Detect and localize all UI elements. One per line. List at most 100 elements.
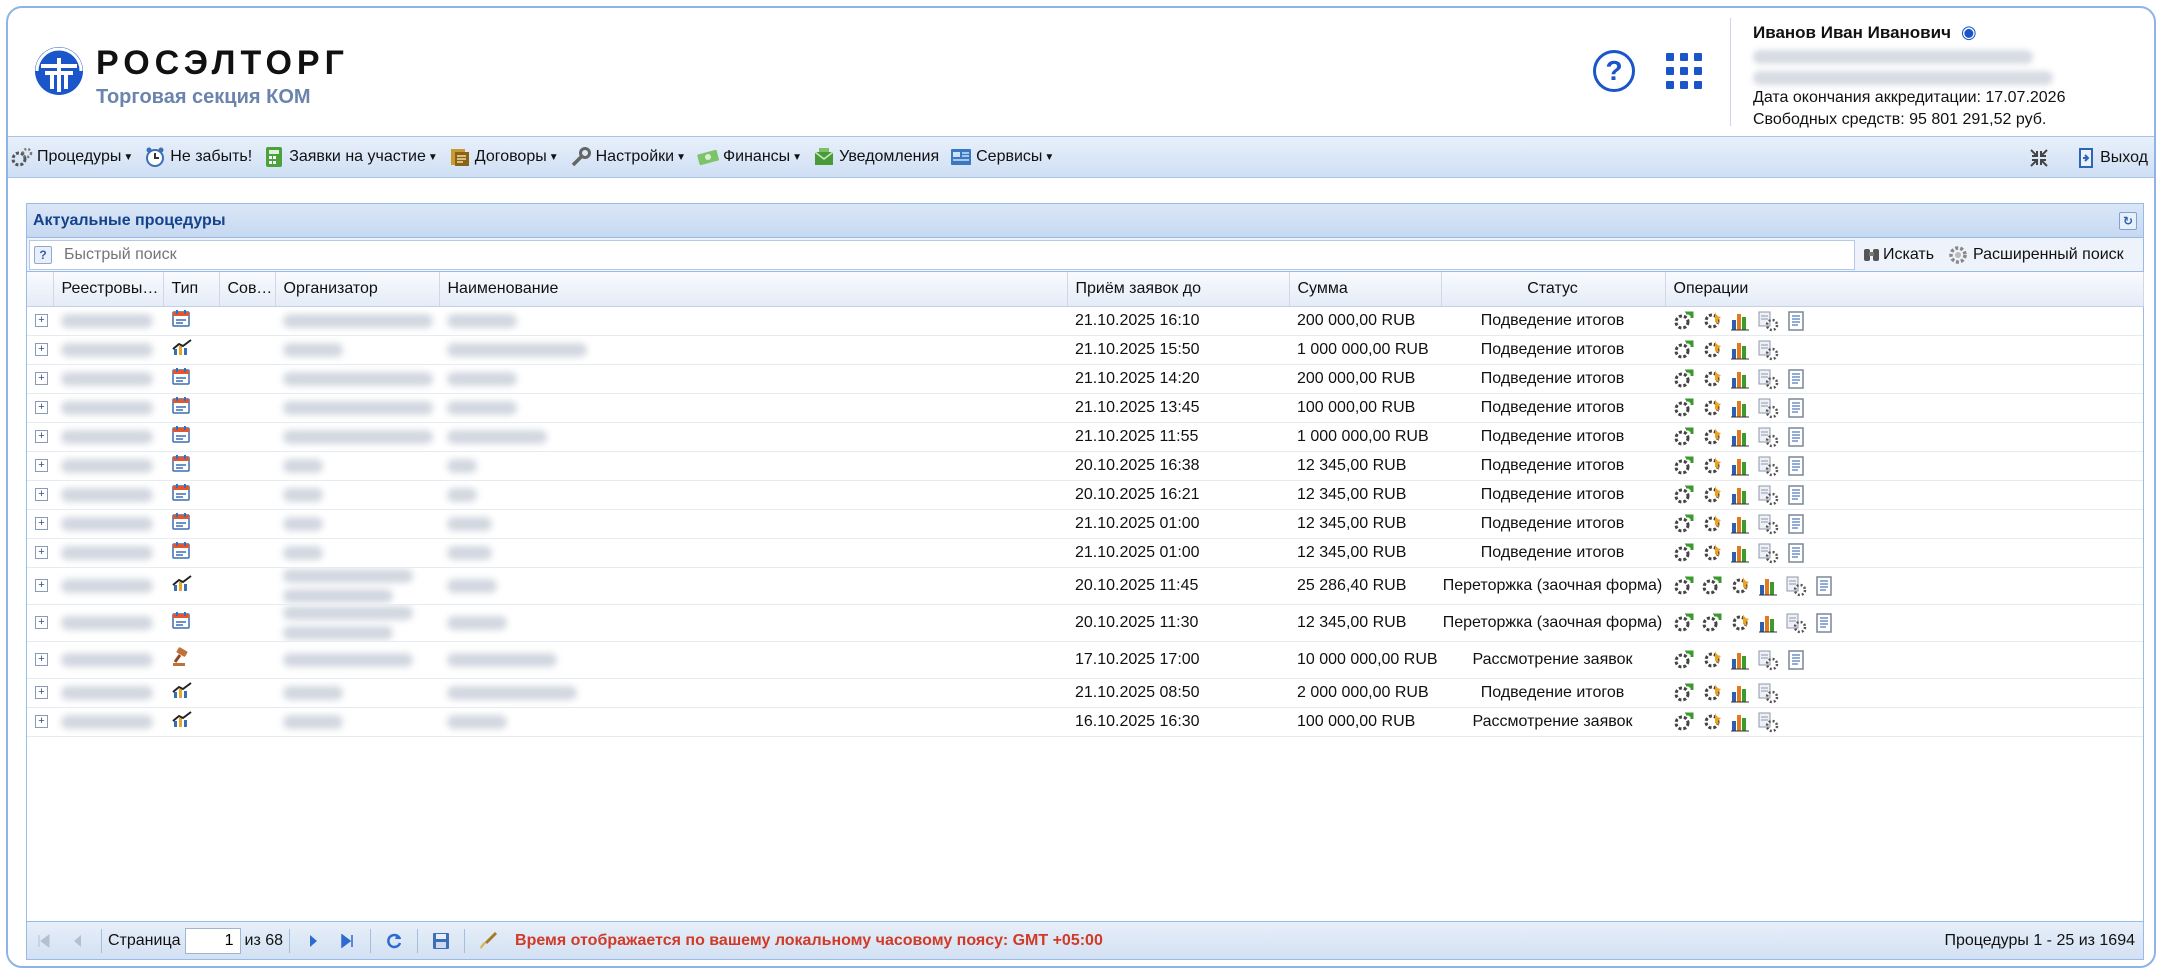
procedure-name-cell[interactable] — [439, 335, 1067, 365]
next-page-icon[interactable] — [302, 930, 324, 952]
menu-procedures[interactable]: Процедуры ▼ — [10, 146, 133, 168]
document-icon[interactable] — [1813, 612, 1835, 634]
star-gear-icon[interactable] — [1729, 612, 1751, 634]
bar-chart-icon[interactable] — [1729, 339, 1751, 361]
docs-gear-icon[interactable] — [1673, 368, 1695, 390]
column-registry-number[interactable]: Реестровый № — [53, 272, 164, 307]
docs-gear-icon[interactable] — [1673, 612, 1695, 634]
column-organizer[interactable]: Организатор — [275, 272, 440, 307]
star-gear-icon[interactable] — [1701, 484, 1723, 506]
column-name[interactable]: Наименование — [439, 272, 1068, 307]
document-icon[interactable] — [1785, 368, 1807, 390]
procedure-name-cell[interactable] — [439, 364, 1067, 394]
menu-reminders[interactable]: Не забыть! — [143, 146, 252, 168]
docs-gear-icon[interactable] — [1701, 575, 1723, 597]
bar-chart-icon[interactable] — [1729, 455, 1751, 477]
bar-chart-icon[interactable] — [1729, 542, 1751, 564]
column-deadline[interactable]: Приём заявок до — [1067, 272, 1290, 307]
table-row[interactable]: +20.10.2025 11:45 25 286,40 RUB Переторжка… — [27, 567, 2143, 605]
menu-notifications[interactable]: Уведомления — [812, 146, 939, 168]
column-sum[interactable]: Сумма — [1289, 272, 1442, 307]
expand-row-icon[interactable]: + — [35, 314, 48, 327]
docs-gear-icon[interactable] — [1673, 426, 1695, 448]
expand-row-icon[interactable]: + — [35, 401, 48, 414]
docs-gear-icon[interactable] — [1673, 484, 1695, 506]
help-icon[interactable]: ? — [34, 246, 52, 264]
prev-page-icon[interactable] — [67, 930, 89, 952]
help-button[interactable]: ? — [1593, 50, 1635, 92]
star-gear-icon[interactable] — [1701, 426, 1723, 448]
procedure-name-cell[interactable] — [439, 393, 1067, 423]
save-icon[interactable] — [430, 930, 452, 952]
menu-contracts[interactable]: Договоры ▼ — [448, 146, 559, 168]
procedure-name-cell[interactable] — [439, 538, 1067, 568]
docs-gear-icon[interactable] — [1673, 682, 1695, 704]
document-settings-icon[interactable] — [1757, 339, 1779, 361]
document-settings-icon[interactable] — [1757, 542, 1779, 564]
table-row[interactable]: +20.10.2025 16:38 12 345,00 RUB Подведение… — [27, 451, 2143, 481]
document-icon[interactable] — [1785, 455, 1807, 477]
docs-gear-icon[interactable] — [1673, 542, 1695, 564]
procedure-name-cell[interactable] — [439, 707, 1067, 737]
star-gear-icon[interactable] — [1701, 339, 1723, 361]
document-settings-icon[interactable] — [1785, 612, 1807, 634]
table-row[interactable]: +21.10.2025 11:55 1 000 000,00 RUB Подведе… — [27, 422, 2143, 452]
expand-row-icon[interactable]: + — [35, 579, 48, 592]
brush-icon[interactable] — [477, 930, 499, 952]
procedure-name-cell[interactable] — [439, 567, 1067, 605]
expand-row-icon[interactable]: + — [35, 616, 48, 629]
menu-finance[interactable]: Финансы ▼ — [696, 146, 802, 168]
procedure-name-cell[interactable] — [439, 678, 1067, 708]
star-gear-icon[interactable] — [1701, 368, 1723, 390]
expand-row-icon[interactable]: + — [35, 372, 48, 385]
bar-chart-icon[interactable] — [1729, 682, 1751, 704]
document-settings-icon[interactable] — [1785, 575, 1807, 597]
document-icon[interactable] — [1785, 513, 1807, 535]
docs-gear-icon[interactable] — [1701, 612, 1723, 634]
refresh-icon[interactable] — [383, 930, 405, 952]
menu-settings[interactable]: Настройки ▼ — [569, 146, 686, 168]
document-icon[interactable] — [1785, 426, 1807, 448]
search-button[interactable]: Искать — [1861, 238, 1934, 272]
bar-chart-icon[interactable] — [1729, 513, 1751, 535]
table-row[interactable]: +20.10.2025 16:21 12 345,00 RUB Подведение… — [27, 480, 2143, 510]
apps-grid-icon[interactable] — [1666, 53, 1702, 89]
procedure-name-cell[interactable] — [439, 306, 1067, 336]
procedure-name-cell[interactable] — [439, 604, 1067, 642]
bar-chart-icon[interactable] — [1729, 711, 1751, 733]
quick-search-input[interactable] — [62, 245, 1762, 265]
document-settings-icon[interactable] — [1757, 682, 1779, 704]
expand-row-icon[interactable]: + — [35, 343, 48, 356]
document-icon[interactable] — [1785, 397, 1807, 419]
table-row[interactable]: +21.10.2025 15:50 1 000 000,00 RUB Подведе… — [27, 335, 2143, 365]
user-name[interactable]: Иванов Иван Иванович — [1753, 23, 1951, 43]
bar-chart-icon[interactable] — [1757, 575, 1779, 597]
first-page-icon[interactable] — [33, 930, 55, 952]
star-gear-icon[interactable] — [1701, 711, 1723, 733]
document-settings-icon[interactable] — [1757, 397, 1779, 419]
document-icon[interactable] — [1785, 484, 1807, 506]
document-settings-icon[interactable] — [1757, 368, 1779, 390]
star-gear-icon[interactable] — [1701, 649, 1723, 671]
document-settings-icon[interactable] — [1757, 711, 1779, 733]
star-gear-icon[interactable] — [1701, 682, 1723, 704]
table-row[interactable]: +17.10.2025 17:00 10 000 000,00 RUB Рассмо… — [27, 641, 2143, 679]
star-gear-icon[interactable] — [1701, 397, 1723, 419]
page-number-input[interactable] — [184, 927, 241, 954]
table-row[interactable]: +21.10.2025 01:00 12 345,00 RUB Подведение… — [27, 509, 2143, 539]
docs-gear-icon[interactable] — [1673, 455, 1695, 477]
document-settings-icon[interactable] — [1757, 484, 1779, 506]
advanced-search-button[interactable]: Расширенный поиск — [1947, 238, 2124, 272]
document-settings-icon[interactable] — [1757, 513, 1779, 535]
star-gear-icon[interactable] — [1729, 575, 1751, 597]
bar-chart-icon[interactable] — [1729, 649, 1751, 671]
table-row[interactable]: +21.10.2025 13:45 100 000,00 RUB Подведени… — [27, 393, 2143, 423]
docs-gear-icon[interactable] — [1673, 310, 1695, 332]
menu-services[interactable]: Сервисы ▼ — [949, 146, 1054, 168]
document-settings-icon[interactable] — [1757, 426, 1779, 448]
expand-row-icon[interactable]: + — [35, 653, 48, 666]
docs-gear-icon[interactable] — [1673, 711, 1695, 733]
star-gear-icon[interactable] — [1701, 310, 1723, 332]
panel-refresh-icon[interactable]: ↻ — [2119, 212, 2137, 230]
docs-gear-icon[interactable] — [1673, 575, 1695, 597]
